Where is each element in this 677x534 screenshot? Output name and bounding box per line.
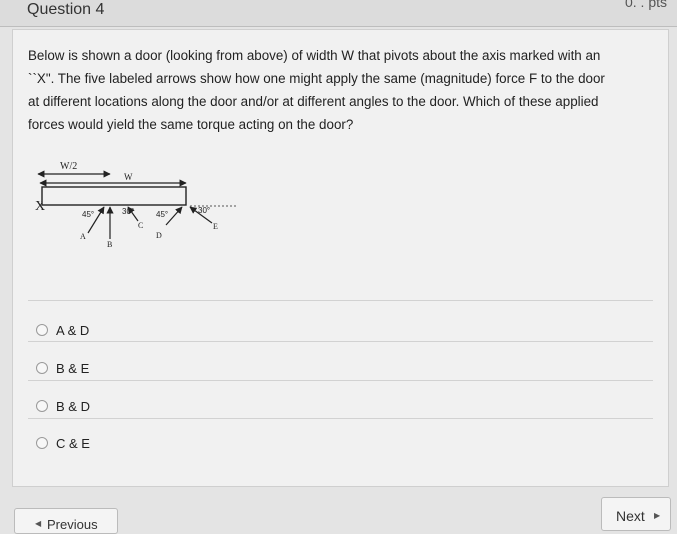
question-title: Question 4 — [27, 1, 105, 18]
question-line: ``X". The five labeled arrows show how o… — [28, 71, 605, 86]
radio-button[interactable] — [36, 400, 48, 412]
previous-label: Previous — [47, 517, 98, 532]
option-label: A & D — [56, 322, 90, 338]
angle-label: 30° — [198, 206, 210, 215]
arrow-label: C — [138, 221, 143, 230]
option-label: C & E — [56, 435, 90, 451]
next-button[interactable]: Next ▶ — [601, 497, 671, 531]
angle-label: 45° — [156, 210, 168, 219]
answer-option[interactable]: B & D — [36, 396, 90, 416]
half-width-label: W/2 — [60, 161, 77, 172]
angle-label: 45° — [82, 210, 94, 219]
question-line: Below is shown a door (looking from abov… — [28, 48, 601, 63]
question-line: at different locations along the door an… — [28, 94, 599, 109]
arrow-label: B — [107, 240, 112, 249]
chevron-left-icon: ◀ — [35, 519, 42, 528]
arrow-label: E — [213, 222, 218, 231]
width-label: W — [124, 172, 133, 182]
answer-option[interactable]: B & E — [36, 358, 89, 378]
question-header: Question 4 0. . pts — [0, 0, 677, 27]
next-label: Next — [616, 508, 645, 524]
force-arrow-d — [165, 206, 183, 226]
door — [41, 186, 187, 206]
question-points: 0. . pts — [624, 0, 667, 10]
divider — [28, 341, 653, 342]
radio-button[interactable] — [36, 362, 48, 374]
divider — [28, 418, 653, 419]
question-line: forces would yield the same torque actin… — [28, 117, 354, 132]
angle-label: 30° — [122, 207, 134, 216]
divider — [28, 300, 653, 301]
answer-option[interactable]: C & E — [36, 433, 90, 453]
radio-button[interactable] — [36, 437, 48, 449]
previous-button[interactable]: ◀ Previous — [14, 508, 118, 534]
chevron-right-icon: ▶ — [654, 511, 661, 520]
divider — [28, 380, 653, 381]
arrow-label: D — [156, 231, 162, 240]
radio-button[interactable] — [36, 324, 48, 336]
arrow-label: A — [80, 232, 86, 241]
question-text: Below is shown a door (looking from abov… — [28, 44, 648, 136]
option-label: B & D — [56, 398, 90, 414]
answer-option[interactable]: A & D — [36, 320, 89, 340]
option-label: B & E — [56, 360, 90, 376]
door-diagram: W/2 W X 45° 30° 45° 30° A B C D E — [35, 161, 236, 249]
